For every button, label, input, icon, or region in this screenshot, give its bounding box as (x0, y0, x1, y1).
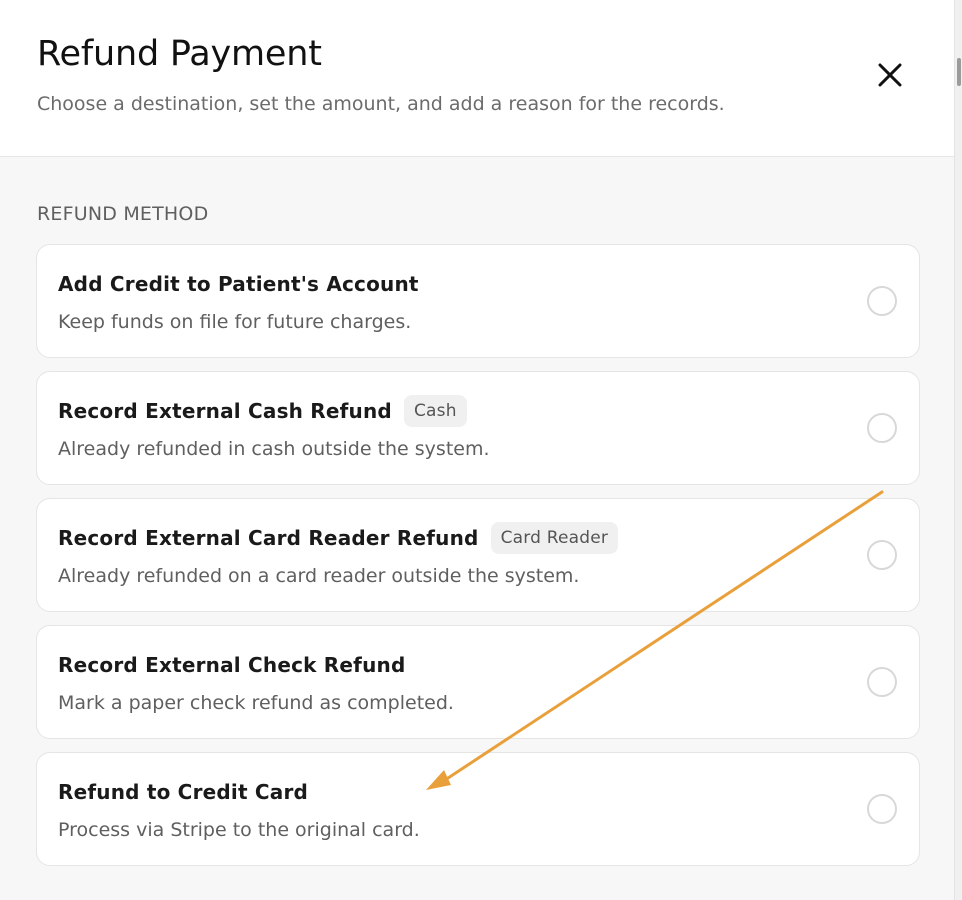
option-title: Record External Check Refund (58, 653, 406, 677)
option-title-row: Refund to Credit Card (58, 776, 308, 808)
close-icon (878, 63, 902, 87)
option-description: Mark a paper check refund as completed. (58, 692, 454, 714)
option-badge: Cash (403, 395, 467, 427)
modal-subtitle: Choose a destination, set the amount, an… (37, 93, 725, 115)
radio-unselected-icon[interactable] (867, 286, 897, 316)
scrollbar-track[interactable] (954, 0, 962, 900)
option-title-row: Add Credit to Patient's Account (58, 268, 419, 300)
option-title-row: Record External Cash Refund Cash (58, 395, 467, 427)
radio-unselected-icon[interactable] (867, 794, 897, 824)
option-title-row: Record External Card Reader Refund Card … (58, 522, 619, 554)
option-badge: Card Reader (490, 522, 619, 554)
radio-unselected-icon[interactable] (867, 413, 897, 443)
refund-option-card-reader[interactable]: Record External Card Reader Refund Card … (36, 498, 920, 612)
refund-option-add-credit[interactable]: Add Credit to Patient's Account Keep fun… (36, 244, 920, 358)
modal-title: Refund Payment (37, 34, 322, 74)
option-description: Keep funds on file for future charges. (58, 311, 412, 333)
refund-option-cash[interactable]: Record External Cash Refund Cash Already… (36, 371, 920, 485)
scrollbar-thumb[interactable] (957, 58, 961, 86)
option-title-row: Record External Check Refund (58, 649, 405, 681)
option-title: Add Credit to Patient's Account (58, 272, 419, 296)
refund-option-check[interactable]: Record External Check Refund Mark a pape… (36, 625, 920, 739)
radio-unselected-icon[interactable] (867, 667, 897, 697)
option-description: Already refunded on a card reader outsid… (58, 565, 580, 587)
refund-option-credit-card[interactable]: Refund to Credit Card Process via Stripe… (36, 752, 920, 866)
radio-unselected-icon[interactable] (867, 540, 897, 570)
refund-method-label: REFUND METHOD (37, 203, 209, 225)
option-title: Record External Card Reader Refund (58, 526, 479, 550)
refund-payment-modal: Refund Payment Choose a destination, set… (0, 0, 954, 900)
option-title: Refund to Credit Card (58, 780, 309, 804)
refund-method-options: Add Credit to Patient's Account Keep fun… (36, 244, 920, 879)
option-description: Already refunded in cash outside the sys… (58, 438, 490, 460)
option-description: Process via Stripe to the original card. (58, 819, 420, 841)
modal-header: Refund Payment Choose a destination, set… (0, 0, 954, 157)
option-title: Record External Cash Refund (58, 399, 392, 423)
close-button[interactable] (872, 57, 908, 93)
